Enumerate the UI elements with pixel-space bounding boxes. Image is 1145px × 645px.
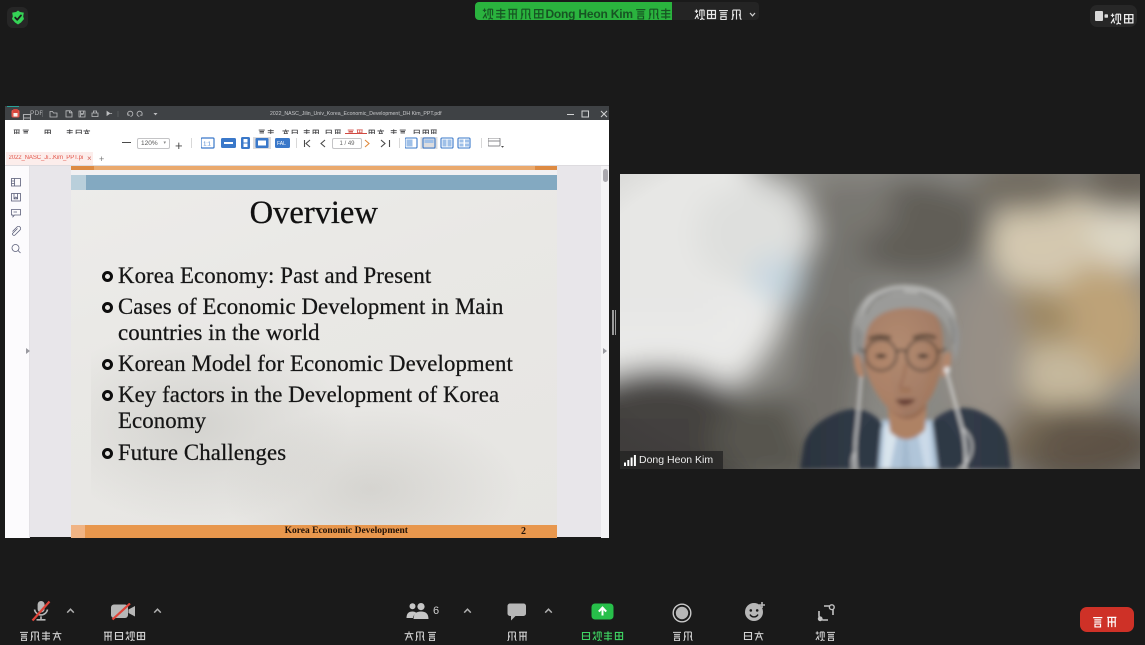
svg-text:1:1: 1:1	[203, 142, 211, 148]
svg-text:FAL: FAL	[277, 141, 286, 147]
